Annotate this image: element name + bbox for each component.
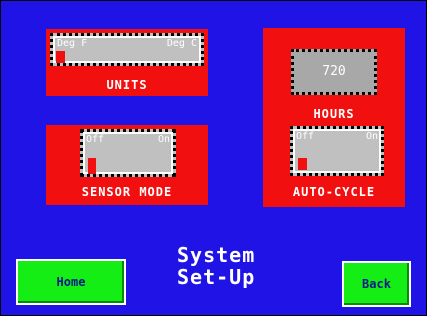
system-setup-screen: Deg F Deg C UNITS Off On SENSOR MODE 720… xyxy=(0,0,427,316)
hours-label: HOURS xyxy=(313,107,355,121)
units-option-deg-f[interactable]: Deg F xyxy=(57,38,87,49)
page-title: System Set-Up xyxy=(177,244,255,288)
back-button-label: Back xyxy=(362,277,391,291)
auto-cycle-toggle[interactable]: Off On xyxy=(290,126,384,176)
sensor-mode-option-off[interactable]: Off xyxy=(86,134,104,145)
auto-cycle-option-on[interactable]: On xyxy=(366,131,378,142)
units-toggle-knob[interactable] xyxy=(56,51,65,63)
units-option-deg-c[interactable]: Deg C xyxy=(167,38,197,49)
units-label: UNITS xyxy=(106,78,148,92)
sensor-mode-option-on[interactable]: On xyxy=(158,134,170,145)
auto-cycle-label: AUTO-CYCLE xyxy=(292,185,376,199)
back-button[interactable]: Back xyxy=(342,261,411,307)
units-toggle[interactable]: Deg F Deg C xyxy=(50,33,204,66)
page-title-line2: Set-Up xyxy=(177,265,256,289)
page-title-line1: System xyxy=(177,243,256,267)
sensor-mode-label: SENSOR MODE xyxy=(81,185,173,199)
auto-cycle-option-off[interactable]: Off xyxy=(296,131,314,142)
home-button-label: Home xyxy=(56,275,86,289)
sensor-mode-toggle[interactable]: Off On xyxy=(80,129,176,177)
hours-autocycle-panel: 720 HOURS Off On AUTO-CYCLE xyxy=(263,28,405,207)
home-button[interactable]: Home xyxy=(16,259,126,305)
auto-cycle-toggle-knob[interactable] xyxy=(298,158,307,170)
units-panel: Deg F Deg C UNITS xyxy=(46,29,208,96)
sensor-mode-panel: Off On SENSOR MODE xyxy=(46,125,208,205)
sensor-mode-toggle-knob[interactable] xyxy=(88,158,96,174)
hours-value-display[interactable]: 720 xyxy=(291,49,377,95)
hours-value: 720 xyxy=(322,64,346,79)
